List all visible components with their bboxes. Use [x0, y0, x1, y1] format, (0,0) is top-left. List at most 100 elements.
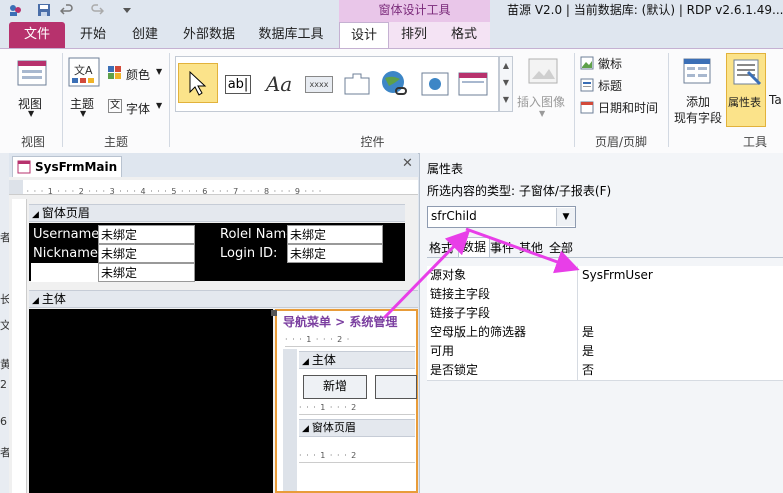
property-value[interactable]	[579, 304, 783, 323]
prop-tab-event[interactable]: 事件	[490, 239, 514, 256]
property-value[interactable]: SysFrmUser	[579, 266, 783, 285]
prop-tab-data[interactable]: 数据	[458, 237, 490, 258]
property-row[interactable]: 可用是	[427, 342, 783, 362]
button-icon: xxxx	[304, 75, 334, 93]
select-pointer-tool[interactable]	[178, 63, 218, 103]
property-row[interactable]: 链接主字段	[427, 285, 783, 305]
form-header-section-bar[interactable]: ◢ 窗体页眉	[29, 204, 405, 222]
tab-create[interactable]: 创建	[124, 22, 166, 48]
object-selector-dropdown[interactable]: sfrChild ▼	[427, 206, 576, 228]
subform-second-button[interactable]	[375, 375, 417, 399]
chevron-down-icon[interactable]: ▼	[556, 208, 575, 226]
property-value[interactable]: 否	[579, 361, 783, 380]
form-icon	[17, 160, 31, 174]
tab-database-tools[interactable]: 数据库工具	[250, 22, 332, 48]
themes-dropdown-arrow: ▼	[80, 109, 87, 118]
login-id-textbox[interactable]: 未绑定	[287, 244, 383, 263]
group-label-themes: 主题	[103, 135, 128, 149]
logo-icon	[580, 56, 594, 70]
tab-control-tool[interactable]	[338, 65, 376, 103]
insert-image-button[interactable]: 插入图像 ▼	[517, 55, 569, 123]
logo-button[interactable]: 徽标	[580, 55, 660, 72]
property-row[interactable]: 空母版上的筛选器是	[427, 323, 783, 343]
prop-tab-other[interactable]: 其他	[519, 239, 543, 256]
view-button[interactable]: 视图 ▼	[12, 55, 52, 123]
role-name-textbox[interactable]: 未绑定	[287, 225, 383, 244]
document-tab[interactable]: SysFrmMain	[12, 156, 122, 178]
group-label-controls: 控件	[360, 135, 385, 149]
property-value[interactable]: 是	[579, 342, 783, 361]
prop-tab-all[interactable]: 全部	[549, 239, 573, 256]
save-icon[interactable]	[37, 3, 51, 17]
subform-breadcrumb: 导航菜单 > 系统管理	[283, 315, 398, 329]
subform-vertical-ruler	[283, 349, 297, 491]
label-tool[interactable]: Aa	[260, 65, 298, 103]
add-existing-fields-button[interactable]: 添加 现有字段	[672, 55, 724, 125]
group-label-tools: 工具	[742, 135, 767, 149]
property-row[interactable]: 是否锁定否	[427, 361, 783, 381]
themes-button[interactable]: 文A 主题 ▼	[66, 55, 102, 123]
close-document-icon[interactable]: ✕	[402, 156, 413, 171]
calendar-icon	[580, 101, 594, 114]
fonts-button[interactable]: 文 字体 ▼	[108, 99, 166, 117]
role-name-label[interactable]: Rolel Name	[218, 225, 287, 244]
svg-text:文A: 文A	[74, 63, 93, 77]
tab-home[interactable]: 开始	[72, 22, 114, 48]
subform-form-header-bar[interactable]: ◢ 窗体页眉	[299, 419, 415, 437]
undo-icon[interactable]	[60, 3, 74, 17]
new-button[interactable]: 新增	[303, 375, 367, 399]
hyperlink-tool[interactable]	[376, 65, 414, 103]
textbox-tool[interactable]: ab|	[219, 65, 257, 103]
view-icon	[17, 60, 47, 86]
date-time-button[interactable]: 日期和时间	[580, 99, 664, 116]
tab-design[interactable]: 设计	[339, 22, 389, 49]
property-value[interactable]: 是	[579, 323, 783, 342]
group-separator	[668, 53, 669, 147]
username-textbox[interactable]: 未绑定	[98, 225, 195, 244]
third-textbox[interactable]: 未绑定	[98, 263, 195, 282]
tab-format[interactable]: 格式	[442, 22, 486, 48]
fonts-label: 字体	[126, 102, 151, 116]
property-value[interactable]	[579, 285, 783, 304]
access-app-icon[interactable]	[8, 3, 22, 17]
tab-external-data[interactable]: 外部数据	[176, 22, 242, 48]
subform-move-handle[interactable]	[271, 310, 277, 316]
web-browser-tool[interactable]	[416, 65, 454, 103]
fonts-dropdown-arrow: ▼	[156, 101, 163, 110]
controls-gallery: ab| Aa xxxx	[175, 56, 500, 112]
logo-label: 徽标	[598, 57, 623, 71]
subform-control-sfrChild[interactable]: 导航菜单 > 系统管理 · · · 1 · · · 2 · ◢ 主体 新增 · ·…	[271, 309, 418, 493]
property-sheet-button[interactable]: 属性表	[726, 53, 766, 127]
gallery-scroll[interactable]: ▲ ▼ ▼	[499, 56, 513, 112]
colors-button[interactable]: 颜色 ▼	[108, 65, 166, 83]
web-browser-icon	[421, 72, 449, 96]
insert-image-label: 插入图像	[517, 95, 566, 109]
empty-label-slot[interactable]	[31, 263, 98, 282]
button-tool[interactable]: xxxx	[300, 65, 338, 103]
subform-ruler: · · · 1 · · · 2 ·	[285, 333, 415, 347]
detail-section-bar[interactable]: ◢ 主体	[29, 290, 418, 308]
group-separator	[169, 53, 170, 147]
nickname-textbox[interactable]: 未绑定	[98, 244, 195, 263]
tab-file[interactable]: 文件	[9, 22, 65, 48]
tab-order-button[interactable]: Ta	[768, 57, 783, 127]
property-row[interactable]: 源对象 SysFrmUser	[427, 266, 783, 286]
property-name: 空母版上的筛选器	[427, 323, 578, 342]
detail-area[interactable]	[29, 309, 273, 493]
nickname-label[interactable]: Nickname:	[31, 244, 98, 263]
login-id-label[interactable]: Login ID:	[218, 244, 287, 263]
fonts-icon: 文	[108, 99, 122, 113]
property-name: 可用	[427, 342, 578, 361]
property-row[interactable]: 链接子字段	[427, 304, 783, 324]
redo-icon[interactable]	[90, 3, 104, 17]
window-title: 苗源 V2.0 | 当前数据库: (默认) | RDP v2.6.1.49...	[507, 3, 783, 17]
customize-quick-access-icon[interactable]	[120, 3, 134, 17]
username-label[interactable]: Username:	[31, 225, 98, 244]
themes-icon: 文A	[68, 57, 100, 87]
property-name: 源对象	[427, 266, 578, 285]
title-button[interactable]: 标题	[580, 77, 660, 94]
prop-tab-format[interactable]: 格式	[429, 239, 453, 256]
tab-arrange[interactable]: 排列	[393, 22, 435, 48]
navigation-tool[interactable]	[454, 65, 492, 103]
subform-detail-bar[interactable]: ◢ 主体	[299, 351, 415, 369]
